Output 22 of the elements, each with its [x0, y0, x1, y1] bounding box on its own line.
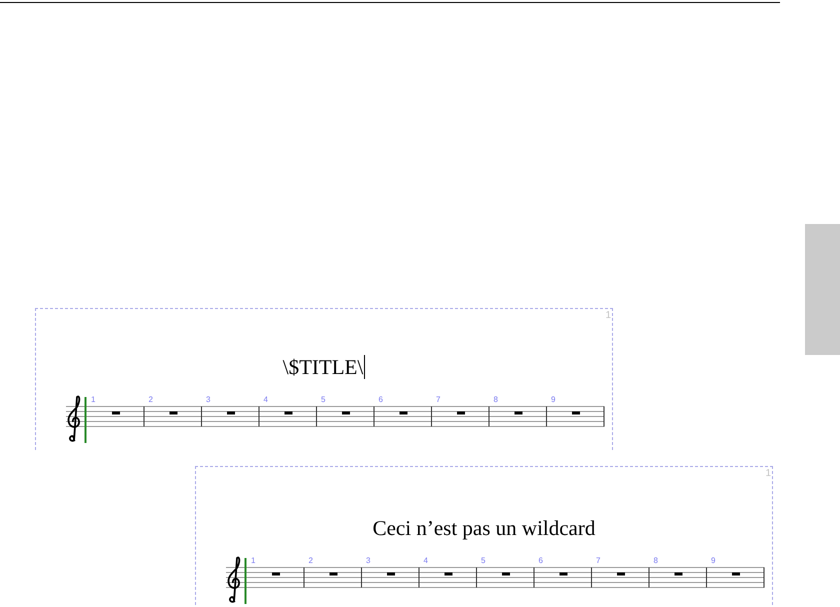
measure-number: 2	[148, 395, 153, 404]
measure-number: 3	[366, 556, 370, 565]
measure-number: 8	[494, 395, 498, 404]
measure-number: 5	[481, 556, 486, 565]
score-title[interactable]: Ceci n’est pas un wildcard	[372, 515, 596, 541]
measure-number: 7	[596, 556, 600, 565]
measure-number: 8	[654, 556, 658, 565]
measure-number: 3	[206, 395, 210, 404]
measure-number: 6	[378, 395, 383, 404]
measure-number: 4	[264, 395, 268, 404]
page-number: 1	[765, 468, 771, 479]
measure-number: 1	[251, 556, 256, 565]
page-number: 1	[605, 310, 611, 321]
measure-number: 6	[538, 556, 543, 565]
measure-number: 1	[91, 395, 96, 404]
measure-number: 5	[321, 395, 326, 404]
measure-number: 2	[308, 556, 313, 565]
score-title[interactable]: \$TITLE\	[282, 354, 364, 380]
measure-number: 9	[711, 556, 716, 565]
measure-number: 7	[436, 395, 440, 404]
measure-number: 4	[424, 556, 428, 565]
measure-number: 9	[551, 395, 556, 404]
